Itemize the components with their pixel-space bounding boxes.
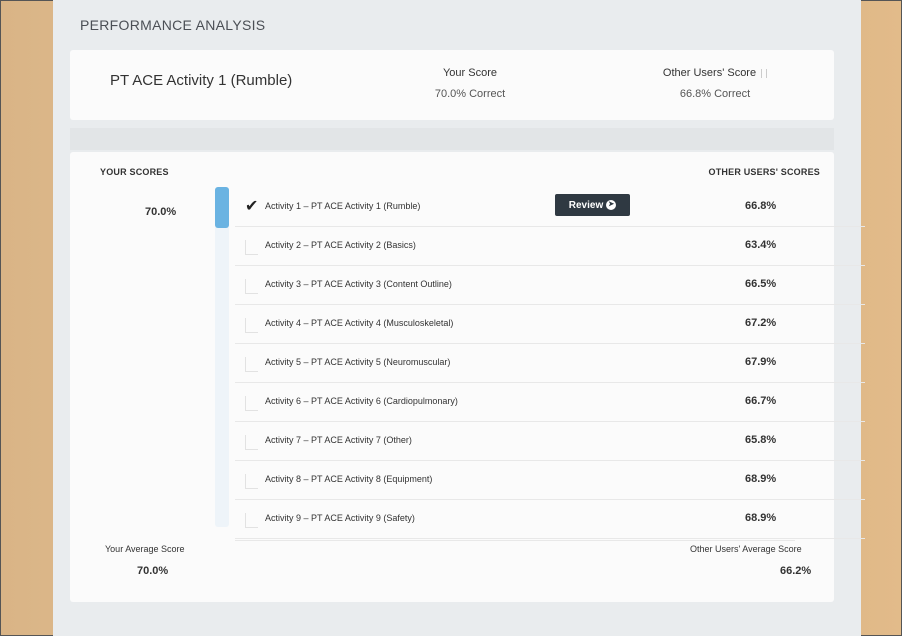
review-label: Review — [568, 199, 604, 211]
other-score-block: Other Users' Score 66.8% Correct — [640, 67, 790, 100]
activity-row-9[interactable]: Activity 9 – PT ACE Activity 9 (Safety) … — [235, 500, 865, 539]
other-score: 66.5% — [745, 278, 777, 290]
scores-card: YOUR SCORES OTHER USERS' SCORES 70.0% ✔ … — [70, 152, 865, 602]
your-scores-header: YOUR SCORES — [100, 167, 169, 177]
activity-label: Activity 3 – PT ACE Activity 3 (Content … — [265, 279, 452, 289]
activity-row-8[interactable]: Activity 8 – PT ACE Activity 8 (Equipmen… — [235, 461, 865, 500]
activity-row-7[interactable]: Activity 7 – PT ACE Activity 7 (Other) 6… — [235, 422, 865, 461]
activity-row-3[interactable]: Activity 3 – PT ACE Activity 3 (Content … — [235, 266, 865, 305]
score-progress-fill — [215, 187, 229, 228]
empty-check-icon — [245, 396, 258, 411]
your-score-block: Your Score 70.0% Correct — [410, 67, 530, 100]
activity-label: Activity 4 – PT ACE Activity 4 (Musculos… — [265, 318, 454, 328]
empty-check-icon — [245, 240, 258, 255]
activity-row-2[interactable]: Activity 2 – PT ACE Activity 2 (Basics) … — [235, 227, 865, 266]
your-score-current: 70.0% — [145, 206, 177, 218]
summary-card: PT ACE Activity 1 (Rumble) Your Score 70… — [70, 50, 834, 120]
arrow-circle-icon: ➤ — [606, 199, 617, 210]
activity-label: Activity 9 – PT ACE Activity 9 (Safety) — [265, 513, 415, 523]
review-button[interactable]: Review ➤ — [555, 194, 630, 216]
activity-label: Activity 7 – PT ACE Activity 7 (Other) — [265, 435, 412, 445]
activity-label: Activity 1 – PT ACE Activity 1 (Rumble) — [265, 201, 421, 211]
other-average-block: Other Users' Average Score 66.2% — [690, 544, 830, 577]
activity-name: PT ACE Activity 1 (Rumble) — [110, 72, 293, 89]
empty-check-icon — [245, 435, 258, 450]
your-average-value: 70.0% — [137, 565, 169, 577]
empty-check-icon — [245, 318, 258, 333]
your-score-label: Your Score — [442, 67, 498, 79]
other-score: 65.8% — [745, 434, 777, 446]
other-score: 67.9% — [745, 356, 777, 368]
divider — [235, 540, 795, 541]
performance-panel: PERFORMANCE ANALYSIS PT ACE Activity 1 (… — [53, 0, 865, 636]
activity-row-4[interactable]: Activity 4 – PT ACE Activity 4 (Musculos… — [235, 305, 865, 344]
empty-check-icon — [245, 357, 258, 372]
your-average-block: Your Average Score 70.0% — [105, 544, 185, 577]
other-score: 66.7% — [745, 395, 777, 407]
empty-check-icon — [245, 513, 258, 528]
activity-label: Activity 5 – PT ACE Activity 5 (Neuromus… — [265, 357, 451, 367]
other-score-value: 66.8% Correct — [679, 88, 751, 100]
empty-check-icon — [245, 279, 258, 294]
your-score-value: 70.0% Correct — [434, 88, 506, 100]
score-progress-track — [215, 187, 229, 527]
empty-check-icon — [245, 474, 258, 489]
activity-label: Activity 8 – PT ACE Activity 8 (Equipmen… — [265, 474, 433, 484]
your-average-label: Your Average Score — [105, 544, 185, 554]
activity-label: Activity 2 – PT ACE Activity 2 (Basics) — [265, 240, 416, 250]
other-score: 68.9% — [745, 512, 777, 524]
other-score: 63.4% — [745, 239, 777, 251]
checkmark-icon: ✔ — [245, 198, 259, 215]
activity-row-5[interactable]: Activity 5 – PT ACE Activity 5 (Neuromus… — [235, 344, 865, 383]
other-score: 66.8% — [745, 200, 777, 212]
activity-list: ✔ Activity 1 – PT ACE Activity 1 (Rumble… — [235, 188, 865, 539]
divider-band — [70, 128, 834, 150]
other-score: 67.2% — [745, 317, 777, 329]
page-title: PERFORMANCE ANALYSIS — [80, 17, 266, 33]
other-score-label: Other Users' Score — [662, 67, 757, 79]
other-average-value: 66.2% — [780, 565, 812, 577]
activity-label: Activity 6 – PT ACE Activity 6 (Cardiopu… — [265, 396, 458, 406]
activity-row-6[interactable]: Activity 6 – PT ACE Activity 6 (Cardiopu… — [235, 383, 865, 422]
other-score: 68.9% — [745, 473, 777, 485]
other-scores-header: OTHER USERS' SCORES — [708, 167, 820, 177]
activity-row-1[interactable]: ✔ Activity 1 – PT ACE Activity 1 (Rumble… — [235, 188, 865, 227]
other-average-label: Other Users' Average Score — [690, 544, 802, 554]
info-icon[interactable] — [761, 68, 768, 78]
